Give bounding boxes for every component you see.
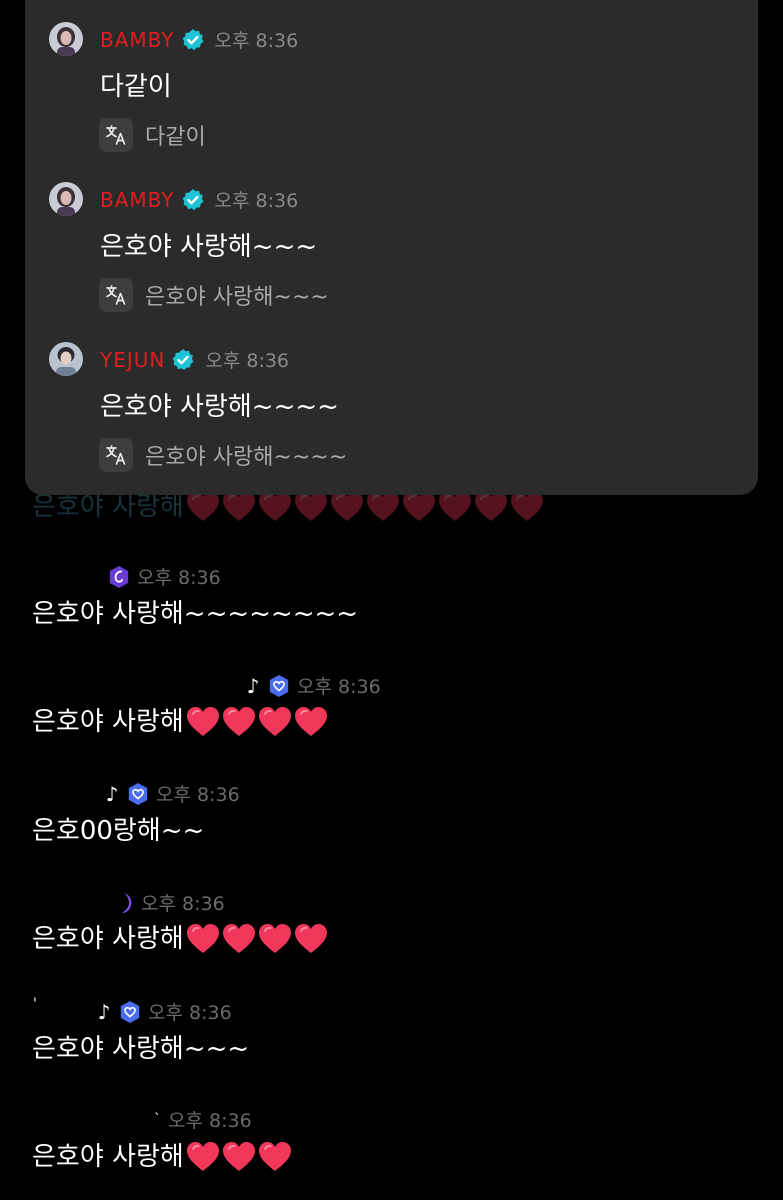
blue-heart-badge-icon: [127, 782, 149, 806]
username-fragment: ': [33, 996, 37, 1012]
avatar[interactable]: [49, 182, 83, 216]
chat-message: 은호야 사랑해: [32, 705, 330, 739]
chat-message: 은호야 사랑해~~~~~~~~: [32, 597, 360, 631]
chat-message: 은호야 사랑해: [32, 1140, 294, 1174]
verified-badge-icon: [181, 188, 205, 212]
crescent-moon-icon: [122, 892, 132, 913]
chat-message-time: 오후 8:36: [141, 893, 225, 915]
translation-text: 은호야 사랑해~~~: [145, 285, 329, 310]
username[interactable]: YEJUN 오후 8:36: [100, 346, 289, 373]
chat-message-text: 은호야 사랑해: [32, 1142, 184, 1172]
chat-message-meta: ♪ 오후 8:36: [104, 780, 240, 807]
username-fragment: ˋ: [154, 1111, 161, 1128]
chat-message: 은호야 사랑해: [32, 922, 330, 956]
overlay-message: YEJUN 오후 8:36 은호야 사랑해~~~~ 은호야 사랑해~~~~: [25, 342, 758, 502]
username[interactable]: BAMBY 오후 8:36: [100, 26, 298, 53]
translate-button[interactable]: [99, 278, 133, 312]
music-note-icon: ♪: [105, 781, 119, 806]
verified-badge-icon: [181, 28, 205, 52]
message-time: 오후 8:36: [205, 350, 290, 372]
heart-emoji-row: [186, 1141, 294, 1173]
chat-message-time: 오후 8:36: [148, 1002, 232, 1024]
blue-heart-badge-icon: [119, 1000, 141, 1024]
username-text: BAMBY: [100, 27, 175, 52]
username-text: YEJUN: [100, 347, 166, 372]
message-time: 오후 8:36: [214, 30, 299, 52]
translation-row: 은호야 사랑해~~~: [99, 278, 329, 312]
chat-message-meta: ˋ 오후 8:36: [154, 1106, 252, 1133]
chat-message-text: 은호야 사랑해~~~~~~~~: [32, 599, 359, 629]
heart-emoji-icon: [294, 923, 328, 955]
message-text: 은호야 사랑해~~~: [100, 232, 318, 262]
message-text: 다같이: [100, 72, 172, 102]
translate-button[interactable]: [99, 118, 133, 152]
translation-row: 다같이: [99, 118, 206, 152]
overlay-message: BAMBY 오후 8:36 은호야 사랑해~~~ 은호야 사랑해~~~: [25, 182, 758, 342]
translate-button[interactable]: [99, 438, 133, 472]
chat-message-text: 은호야 사랑해: [32, 707, 184, 737]
translation-text: 다같이: [145, 125, 206, 150]
chat-message-meta: ♪ 오후 8:36: [245, 672, 381, 699]
music-note-icon: ♪: [97, 999, 111, 1024]
purple-shield-icon: [108, 565, 130, 589]
translate-icon: [104, 443, 128, 467]
heart-emoji-icon: [258, 1141, 292, 1173]
heart-emoji-icon: [294, 706, 328, 738]
heart-emoji-icon: [222, 923, 256, 955]
translate-icon: [104, 283, 128, 307]
chat-message-time: 오후 8:36: [297, 676, 381, 698]
chat-message-time: 오후 8:36: [168, 1110, 252, 1132]
highlighted-messages-panel: BAMBY 오후 8:36 다같이 다같이 BAMBY 오후 8:36 은호야 …: [25, 0, 758, 495]
username-text: BAMBY: [100, 187, 175, 212]
chat-message-text: 은호야 사랑해~~~: [32, 1034, 250, 1064]
translation-row: 은호야 사랑해~~~~: [99, 438, 347, 472]
heart-emoji-icon: [186, 1141, 220, 1173]
heart-emoji-row: [186, 923, 330, 955]
music-note-icon: ♪: [246, 673, 260, 698]
chat-message-meta: 오후 8:36: [120, 889, 225, 916]
message-time: 오후 8:36: [214, 190, 299, 212]
heart-emoji-icon: [258, 706, 292, 738]
app: 은호야 사랑해 오후 8:36 은호야 사랑해~~~~~~~~ ♪ 오후 8:3…: [0, 0, 783, 1200]
chat-message: 은호00랑해~~: [32, 814, 206, 848]
heart-emoji-icon: [222, 1141, 256, 1173]
avatar[interactable]: [49, 22, 83, 56]
chat-message-text: 은호야 사랑해: [32, 924, 184, 954]
chat-message-text: 은호00랑해~~: [32, 816, 205, 846]
message-text: 은호야 사랑해~~~~: [100, 392, 339, 422]
chat-message-time: 오후 8:36: [156, 784, 240, 806]
translation-text: 은호야 사랑해~~~~: [145, 445, 348, 470]
avatar[interactable]: [49, 342, 83, 376]
heart-emoji-row: [186, 706, 330, 738]
translate-icon: [104, 123, 128, 147]
blue-heart-badge-icon: [268, 674, 290, 698]
heart-emoji-icon: [258, 923, 292, 955]
heart-emoji-icon: [222, 706, 256, 738]
heart-emoji-icon: [186, 923, 220, 955]
verified-badge-icon: [171, 348, 195, 372]
username[interactable]: BAMBY 오후 8:36: [100, 186, 298, 213]
chat-message-time: 오후 8:36: [137, 567, 221, 589]
chat-message-meta: 오후 8:36: [108, 563, 221, 590]
chat-message-meta: ♪ 오후 8:36: [96, 998, 232, 1025]
chat-message: 은호야 사랑해~~~: [32, 1032, 251, 1066]
heart-emoji-icon: [186, 706, 220, 738]
overlay-message: BAMBY 오후 8:36 다같이 다같이: [25, 22, 758, 182]
